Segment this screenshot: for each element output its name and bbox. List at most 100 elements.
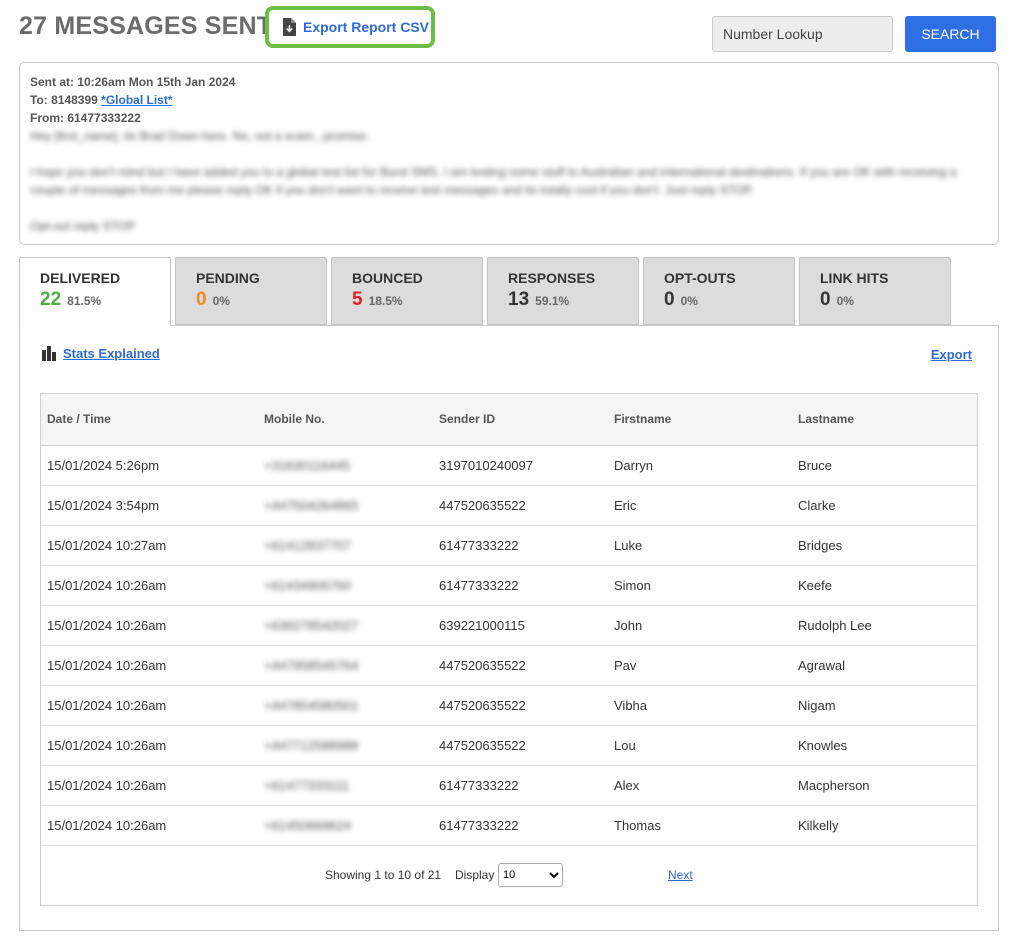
number-lookup-input[interactable] <box>712 16 893 52</box>
column-header[interactable]: Firstname <box>608 394 792 445</box>
date-time-cell: 15/01/2024 10:26am <box>47 657 167 673</box>
firstname-cell: Alex <box>614 777 640 793</box>
date-time-cell: 15/01/2024 10:26am <box>47 577 167 593</box>
next-page-link[interactable]: Next <box>668 868 693 882</box>
table-row: 15/01/2024 10:26am +639278542027 639221000… <box>41 605 977 645</box>
tab-delivered[interactable]: DELIVERED 22 81.5% <box>19 257 171 326</box>
sender-id-cell: 61477333222 <box>439 777 519 793</box>
status-tabs: DELIVERED 22 81.5% PENDING 0 0% BOUNCED 51… <box>19 257 955 326</box>
firstname-cell: John <box>614 617 643 633</box>
date-time-cell: 15/01/2024 10:26am <box>47 777 167 793</box>
recipients-count: To: 8148399 <box>30 93 98 107</box>
tab-responses[interactable]: RESPONSES 13 59.1% <box>487 257 639 325</box>
table-row: 15/01/2024 10:26am +447854580501 447520635… <box>41 685 977 725</box>
tab-pending[interactable]: PENDING 0 0% <box>175 257 327 325</box>
table-row: 15/01/2024 10:26am +61450669624 6147733322… <box>41 805 977 845</box>
message-details: Sent at: 10:26am Mon 15th Jan 2024 To: 8… <box>19 62 999 245</box>
mobile-cell: +447958545764 <box>264 657 359 673</box>
page-title: 27 MESSAGES SENT <box>19 12 273 40</box>
lastname-cell: Clarke <box>798 497 836 513</box>
date-time-cell: 15/01/2024 10:27am <box>47 537 167 553</box>
mobile-cell: +447854580501 <box>264 697 359 713</box>
sender-id-cell: 61477333222 <box>439 577 519 593</box>
bar-chart-icon <box>42 346 56 361</box>
table-row: 15/01/2024 10:26am +61477333111 6147733322… <box>41 765 977 805</box>
sender-id-cell: 447520635522 <box>439 657 526 673</box>
tab-label: OPT-OUTS <box>664 270 736 286</box>
sender-number: From: 61477333222 <box>30 111 141 125</box>
lastname-cell: Macpherson <box>798 777 870 793</box>
tab-count: 0 <box>820 289 831 310</box>
tab-label: PENDING <box>196 270 260 286</box>
lastname-cell: Keefe <box>798 577 832 593</box>
mobile-cell: +447504264865 <box>264 497 359 513</box>
export-report-csv-label: Export Report CSV <box>303 19 430 35</box>
file-download-icon <box>283 18 296 36</box>
lastname-cell: Agrawal <box>798 657 845 673</box>
date-time-cell: 15/01/2024 3:54pm <box>47 497 160 513</box>
column-header[interactable]: Sender ID <box>433 394 608 445</box>
table-row: 15/01/2024 10:27am +61412837707 6147733322… <box>41 525 977 565</box>
display-label: Display <box>455 868 495 882</box>
sender-id-cell: 447520635522 <box>439 737 526 753</box>
mobile-cell: +61450669624 <box>264 817 352 833</box>
table-row: 15/01/2024 5:26pm +31630116445 31970102400… <box>41 445 977 485</box>
date-time-cell: 15/01/2024 10:26am <box>47 697 167 713</box>
tab-link-hits[interactable]: LINK HITS 0 0% <box>799 257 951 325</box>
column-header[interactable]: Lastname <box>792 394 977 445</box>
column-header[interactable]: Mobile No. <box>258 394 433 445</box>
tab-bounced[interactable]: BOUNCED 5 18.5% <box>331 257 483 325</box>
date-time-cell: 15/01/2024 10:26am <box>47 737 167 753</box>
pagination: Showing 1 to 10 of 21 Display 10 Next <box>41 858 977 896</box>
firstname-cell: Pav <box>614 657 637 673</box>
table-row: 15/01/2024 3:54pm +447504264865 4475206355… <box>41 485 977 525</box>
tab-count: 0 <box>664 289 675 310</box>
firstname-cell: Eric <box>614 497 637 513</box>
sender-id-cell: 3197010240097 <box>439 457 533 473</box>
search-button[interactable]: SEARCH <box>905 16 996 52</box>
tab-count: 22 <box>40 289 62 310</box>
date-time-cell: 15/01/2024 10:26am <box>47 617 167 633</box>
tab-percent: 0% <box>836 294 854 308</box>
tab-count: 0 <box>196 289 207 310</box>
firstname-cell: Thomas <box>614 817 661 833</box>
date-time-cell: 15/01/2024 5:26pm <box>47 457 160 473</box>
firstname-cell: Vibha <box>614 697 648 713</box>
tab-percent: 18.5% <box>368 294 403 308</box>
tab-count: 5 <box>352 289 363 310</box>
showing-count: Showing 1 to 10 of 21 <box>325 868 442 882</box>
export-report-csv-button[interactable]: Export Report CSV <box>265 6 435 48</box>
tab-percent: 0% <box>212 294 230 308</box>
lastname-cell: Bridges <box>798 537 843 553</box>
mobile-cell: +61412837707 <box>264 537 352 553</box>
sender-id-cell: 639221000115 <box>439 617 525 633</box>
firstname-cell: Simon <box>614 577 651 593</box>
tab-count: 13 <box>508 289 530 310</box>
table-row: 15/01/2024 10:26am +61434906760 6147733322… <box>41 565 977 605</box>
message-body-line-3: Opt-out reply STOP <box>30 219 136 233</box>
column-header[interactable]: Date / Time <box>41 394 258 445</box>
lastname-cell: Rudolph Lee <box>798 617 872 633</box>
tab-label: LINK HITS <box>820 270 889 286</box>
firstname-cell: Lou <box>614 737 636 753</box>
delivered-panel: Stats Explained Export Date / Time Mobil… <box>19 325 999 931</box>
stats-explained-link[interactable]: Stats Explained <box>41 345 160 361</box>
export-link[interactable]: Export <box>931 347 972 362</box>
recipients: To: 8148399 *Global List* <box>30 91 988 109</box>
sender-id-cell: 447520635522 <box>439 497 526 513</box>
tab-percent: 59.1% <box>535 294 570 308</box>
tab-percent: 81.5% <box>67 294 102 308</box>
mobile-cell: +61434906760 <box>264 577 352 593</box>
sent-at: Sent at: 10:26am Mon 15th Jan 2024 <box>30 75 236 89</box>
tab-label: DELIVERED <box>40 270 121 286</box>
stats-explained-label: Stats Explained <box>63 345 160 361</box>
tab-opt-outs[interactable]: OPT-OUTS 0 0% <box>643 257 795 325</box>
delivered-table: Date / Time Mobile No. Sender ID Firstna… <box>40 393 978 906</box>
table-row: 15/01/2024 10:26am +447712588988 447520635… <box>41 725 977 765</box>
page-size-select[interactable]: 10 <box>498 863 563 887</box>
lastname-cell: Knowles <box>798 737 848 753</box>
table-row: 15/01/2024 10:26am +447958545764 447520635… <box>41 645 977 685</box>
lastname-cell: Kilkelly <box>798 817 839 833</box>
global-list-link[interactable]: *Global List* <box>101 93 172 107</box>
firstname-cell: Luke <box>614 537 643 553</box>
